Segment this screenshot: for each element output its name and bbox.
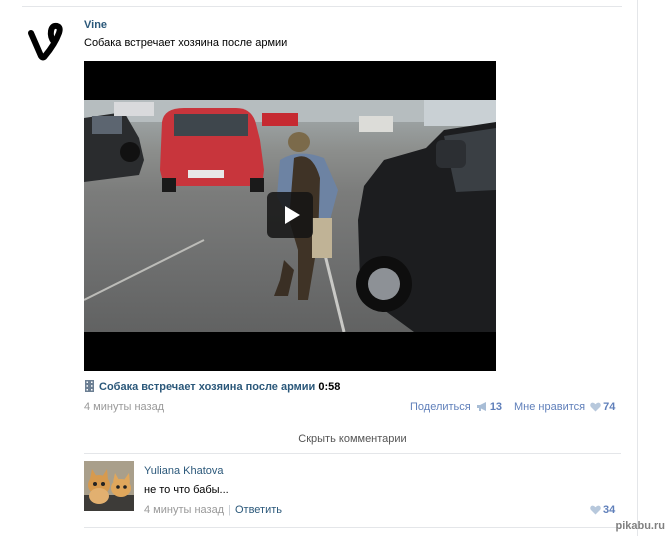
- comment-text: не то что бабы...: [144, 484, 229, 496]
- reply-button[interactable]: Ответить: [235, 504, 282, 516]
- comment-like-button[interactable]: 34: [588, 504, 615, 518]
- divider: [84, 527, 621, 528]
- hide-comments-link[interactable]: Скрыть комментарии: [84, 433, 621, 445]
- post-text: Собака встречает хозяина после армии: [84, 37, 288, 49]
- share-button[interactable]: Поделиться 13: [410, 401, 502, 415]
- post-author[interactable]: Vine: [84, 19, 107, 31]
- divider: [22, 6, 622, 7]
- watermark: pikabu.ru: [615, 520, 665, 532]
- video-player[interactable]: [84, 61, 496, 371]
- like-label: Мне нравится: [514, 401, 586, 413]
- vine-logo[interactable]: [27, 20, 71, 62]
- video-caption[interactable]: Собака встречает хозяина после армии 0:58: [84, 380, 340, 395]
- megaphone-icon: [476, 401, 488, 415]
- play-icon: [285, 206, 300, 224]
- heart-icon: [590, 402, 601, 415]
- like-count: 74: [603, 401, 616, 413]
- post-time[interactable]: 4 минуты назад: [84, 401, 164, 413]
- film-icon: [84, 380, 95, 395]
- comment-meta: 4 минуты назад | Ответить: [144, 504, 282, 516]
- video-title-link[interactable]: Собака встречает хозяина после армии: [99, 381, 315, 393]
- share-count: 13: [489, 401, 503, 413]
- divider: [84, 453, 621, 454]
- comment-like-count: 34: [603, 504, 616, 516]
- share-label: Поделиться: [410, 401, 471, 413]
- avatar[interactable]: [84, 461, 134, 511]
- comment-author[interactable]: Yuliana Khatova: [144, 465, 224, 477]
- video-duration: 0:58: [318, 381, 341, 393]
- separator: |: [228, 504, 231, 516]
- play-button[interactable]: [267, 192, 313, 238]
- heart-icon: [590, 505, 601, 518]
- comment-time[interactable]: 4 минуты назад: [144, 504, 224, 516]
- like-button[interactable]: Мне нравится 74: [514, 401, 615, 415]
